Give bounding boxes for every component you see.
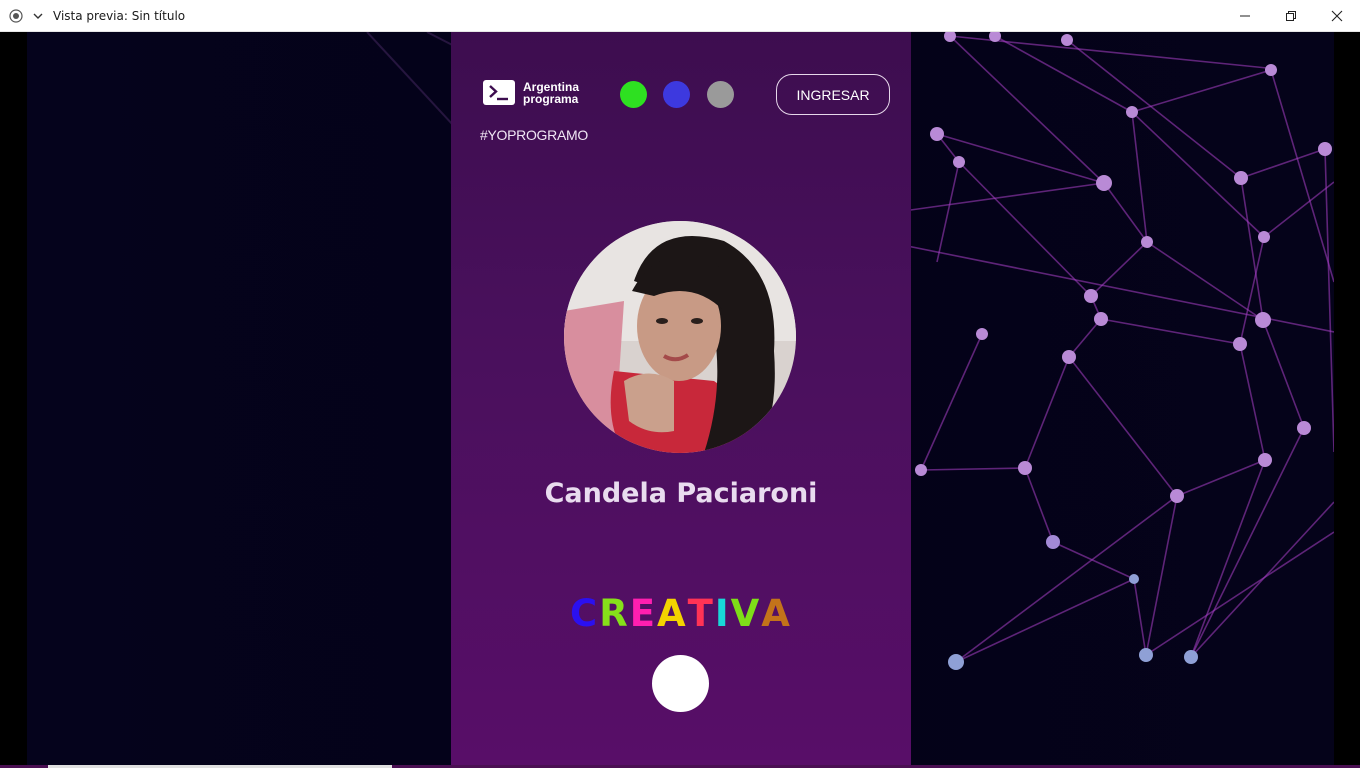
chevron-down-icon[interactable] <box>32 10 44 22</box>
restore-button[interactable] <box>1268 0 1314 32</box>
white-circle <box>652 655 709 712</box>
word-letter: T <box>687 592 715 635</box>
theme-dot-blue[interactable] <box>663 81 690 108</box>
profile-name: Candela Paciaroni <box>544 478 818 509</box>
word-letter: R <box>599 592 630 635</box>
animated-word: CREATIVA <box>451 592 911 635</box>
terminal-icon <box>483 80 515 105</box>
word-letter: V <box>730 592 762 635</box>
profile-photo <box>564 221 796 453</box>
restore-icon <box>1286 11 1296 21</box>
close-icon <box>1331 10 1343 22</box>
word-letter: E <box>629 592 657 635</box>
hashtag-text: #YOPROGRAMO <box>480 127 588 143</box>
logo-text: Argentina programa <box>523 81 579 105</box>
login-button[interactable]: INGRESAR <box>776 74 890 115</box>
theme-dot-gray[interactable] <box>707 81 734 108</box>
logo-line1: Argentina <box>523 79 580 94</box>
logo-line2: programa <box>523 91 579 106</box>
avatar <box>564 221 796 453</box>
word-letter: A <box>761 592 792 635</box>
word-letter: A <box>656 592 688 635</box>
window-title-bar: Vista previa: Sin título <box>0 0 1360 32</box>
page-viewport: Argentina programa #YOPROGRAMO INGRESAR … <box>0 32 1360 768</box>
minimize-button[interactable] <box>1222 0 1268 32</box>
close-button[interactable] <box>1314 0 1360 32</box>
window-title: Vista previa: Sin título <box>53 9 186 23</box>
argentina-programa-logo[interactable]: Argentina programa <box>483 80 579 105</box>
minimize-icon <box>1240 15 1250 17</box>
word-letter: I <box>714 592 731 635</box>
record-icon[interactable] <box>9 9 23 23</box>
theme-dot-green[interactable] <box>620 81 647 108</box>
word-letter: C <box>570 592 600 635</box>
